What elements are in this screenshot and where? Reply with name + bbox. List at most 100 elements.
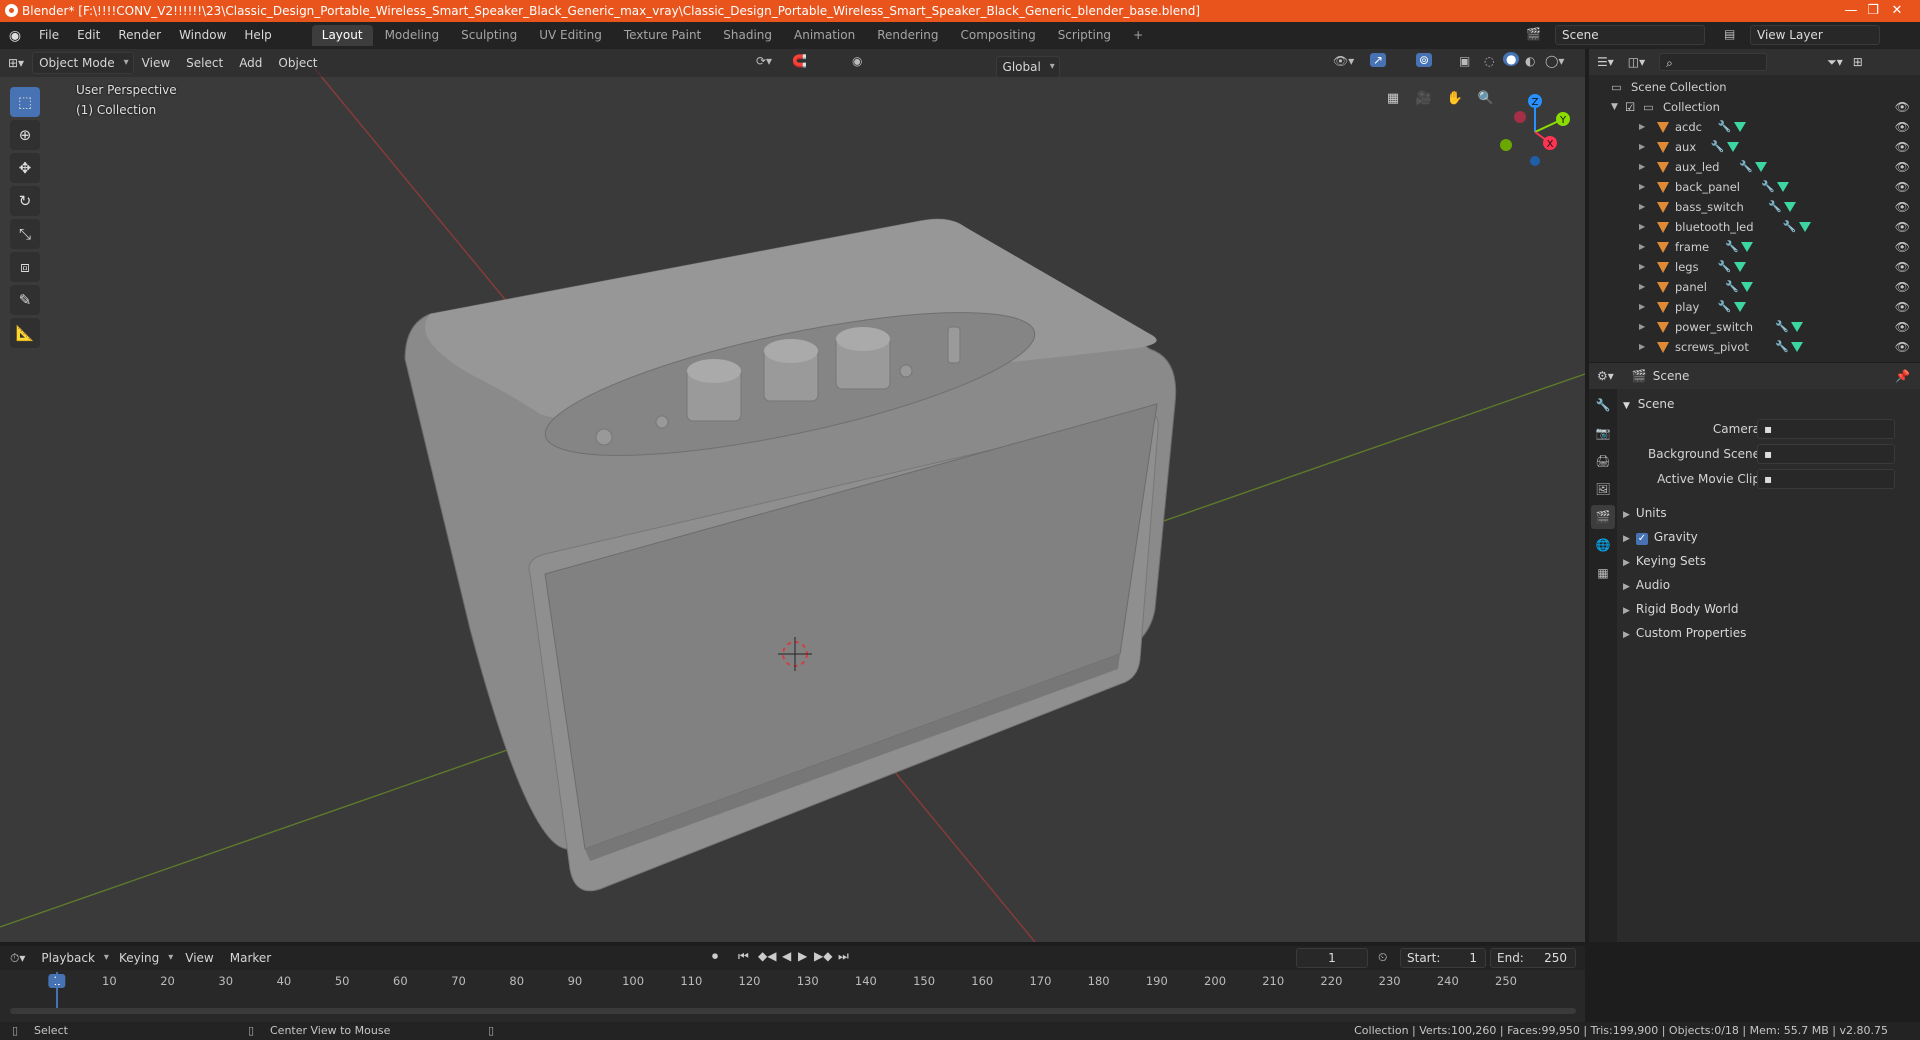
outliner-item-acdc[interactable]: ▶ acdc 🔧 👁 [1589, 117, 1920, 137]
snap-icon[interactable]: 🧲 [792, 54, 807, 68]
tool-props-tab-icon[interactable]: 🔧 [1591, 393, 1615, 417]
playhead[interactable] [56, 972, 58, 1010]
modifier-icon[interactable]: 🔧 [1711, 137, 1725, 157]
visibility-eye-icon[interactable]: 👁 [1895, 277, 1910, 297]
mesh-data-icon[interactable] [1733, 262, 1746, 272]
filter-icon[interactable]: ⏷▾ [1827, 55, 1843, 70]
scale-tool-icon[interactable]: ⤡ [10, 219, 40, 249]
start-frame-field[interactable]: Start: 1 [1400, 948, 1486, 968]
section-gravity[interactable]: ▶ ✓ Gravity [1617, 526, 1920, 548]
overlay-toggle-icon[interactable]: ⊚ [1416, 53, 1433, 67]
preview-range-icon[interactable]: ⏲ [1378, 950, 1387, 965]
section-keying-sets[interactable]: ▶ Keying Sets [1617, 550, 1920, 572]
mesh-data-icon[interactable] [1726, 142, 1739, 152]
expand-icon[interactable]: ▶ [1639, 337, 1645, 357]
select-box-tool-icon[interactable]: ⬚ [10, 87, 40, 117]
timeline-ruler[interactable]: 1102030405060708090100110120130140150160… [0, 970, 1585, 1022]
expand-icon[interactable]: ▶ [1639, 297, 1645, 317]
section-rigid-body-world[interactable]: ▶ Rigid Body World [1617, 598, 1920, 620]
outliner-item-legs[interactable]: ▶ legs 🔧 👁 [1589, 257, 1920, 277]
jump-start-icon[interactable]: ⏮ [738, 949, 749, 964]
collapse-icon[interactable]: ▼ [1611, 97, 1618, 117]
tab-compositing[interactable]: Compositing [950, 25, 1045, 46]
expand-icon[interactable]: ▶ [1639, 137, 1645, 157]
wireframe-shading-icon[interactable]: ◌ [1484, 54, 1494, 68]
menu-window[interactable]: Window [170, 22, 235, 49]
expand-icon[interactable]: ▶ [1639, 277, 1645, 297]
expand-icon[interactable]: ▶ [1639, 177, 1645, 197]
outliner-item-aux-led[interactable]: ▶ aux_led 🔧 👁 [1589, 157, 1920, 177]
visibility-eye-icon[interactable]: 👁 [1895, 297, 1910, 317]
annotate-tool-icon[interactable]: ✎ [10, 285, 40, 315]
gizmo-toggle-icon[interactable]: ↗ [1370, 53, 1387, 67]
properties-editor-icon[interactable]: ⚙▾ [1597, 369, 1614, 383]
blender-menu-icon[interactable]: ◉ [0, 28, 30, 44]
mesh-data-icon[interactable] [1791, 322, 1804, 332]
end-frame-field[interactable]: End: 250 [1490, 948, 1576, 968]
tab-layout[interactable]: Layout [311, 25, 373, 46]
background-scene-field[interactable]: ▪ [1757, 444, 1895, 464]
mesh-data-icon[interactable] [1777, 182, 1789, 192]
transform-tool-icon[interactable]: ⧈ [10, 252, 40, 282]
menu-add[interactable]: Add [231, 53, 270, 73]
camera-view-icon[interactable]: 🎥 [1412, 87, 1436, 111]
expand-icon[interactable]: ▶ [1639, 257, 1645, 277]
visibility-icon[interactable]: 👁▾ [1333, 54, 1354, 68]
modifier-icon[interactable]: 🔧 [1775, 337, 1789, 357]
outliner-search-input[interactable]: ⌕ [1659, 53, 1768, 71]
mesh-data-icon[interactable] [1791, 342, 1804, 352]
view-layer-props-tab-icon[interactable]: 🖼 [1591, 477, 1615, 501]
pivot-icon[interactable]: ⟳▾ [756, 54, 772, 68]
visibility-eye-icon[interactable]: 👁 [1895, 317, 1910, 337]
outliner-editor-icon[interactable]: ☰▾ [1597, 55, 1614, 69]
menu-render[interactable]: Render [109, 22, 170, 49]
modifier-icon[interactable]: 🔧 [1739, 157, 1753, 177]
modifier-icon[interactable]: 🔧 [1718, 297, 1732, 317]
current-frame-field[interactable]: 1 [1296, 948, 1368, 968]
keying-menu[interactable]: Keying [113, 948, 177, 968]
outliner-collection[interactable]: ▼ ☑ ▭ Collection 👁 [1589, 97, 1920, 117]
visibility-eye-icon[interactable]: 👁 [1895, 337, 1910, 357]
prev-keyframe-icon[interactable]: ◆◀ [758, 949, 776, 963]
new-collection-icon[interactable]: ⊞ [1853, 55, 1863, 69]
world-props-tab-icon[interactable]: 🌐 [1591, 533, 1615, 557]
close-button[interactable]: ✕ [1874, 0, 1920, 22]
menu-file[interactable]: File [30, 22, 68, 49]
modifier-icon[interactable]: 🔧 [1775, 317, 1789, 337]
section-audio[interactable]: ▶ Audio [1617, 574, 1920, 596]
play-icon[interactable]: ▶ [798, 949, 807, 963]
visibility-eye-icon[interactable]: 👁 [1895, 117, 1910, 137]
display-mode-icon[interactable]: ◫▾ [1628, 55, 1645, 69]
scene-props-tab-icon[interactable]: 🎬 [1591, 505, 1615, 529]
outliner-item-play[interactable]: ▶ play 🔧 👁 [1589, 297, 1920, 317]
visibility-eye-icon[interactable]: 👁 [1895, 217, 1910, 237]
scene-selector[interactable]: Scene [1555, 25, 1705, 45]
output-props-tab-icon[interactable]: 🖨 [1591, 449, 1615, 473]
section-units[interactable]: ▶ Units [1617, 502, 1920, 524]
pan-view-icon[interactable]: ✋ [1443, 87, 1467, 111]
visibility-eye-icon[interactable]: 👁 [1895, 237, 1910, 257]
menu-object[interactable]: Object [270, 53, 325, 73]
tab-scripting[interactable]: Scripting [1048, 25, 1121, 46]
tab-modeling[interactable]: Modeling [375, 25, 450, 46]
modifier-icon[interactable]: 🔧 [1718, 117, 1732, 137]
collection-checkbox-icon[interactable]: ☑ [1625, 97, 1635, 117]
visibility-eye-icon[interactable]: 👁 [1895, 177, 1910, 197]
visibility-eye-icon[interactable]: 👁 [1895, 157, 1910, 177]
modifier-icon[interactable]: 🔧 [1718, 257, 1732, 277]
outliner-item-panel[interactable]: ▶ panel 🔧 👁 [1589, 277, 1920, 297]
timeline-view-menu[interactable]: View [177, 948, 221, 968]
camera-field[interactable]: ▪ [1757, 419, 1895, 439]
rotate-tool-icon[interactable]: ↻ [10, 186, 40, 216]
menu-view[interactable]: View [134, 53, 178, 73]
render-props-tab-icon[interactable]: 📷 [1591, 421, 1615, 445]
record-icon[interactable]: ⏺ [712, 949, 718, 964]
visibility-eye-icon[interactable]: 👁 [1895, 137, 1910, 157]
texture-props-tab-icon[interactable]: ▦ [1591, 561, 1615, 585]
material-shading-icon[interactable]: ◐ [1525, 54, 1535, 68]
outliner-item-screws-pivot[interactable]: ▶ screws_pivot 🔧 👁 [1589, 337, 1920, 357]
outliner-item-power-switch[interactable]: ▶ power_switch 🔧 👁 [1589, 317, 1920, 337]
mode-dropdown[interactable]: Object Mode [32, 52, 134, 74]
marker-menu[interactable]: Marker [222, 948, 279, 968]
mesh-data-icon[interactable] [1798, 222, 1811, 232]
